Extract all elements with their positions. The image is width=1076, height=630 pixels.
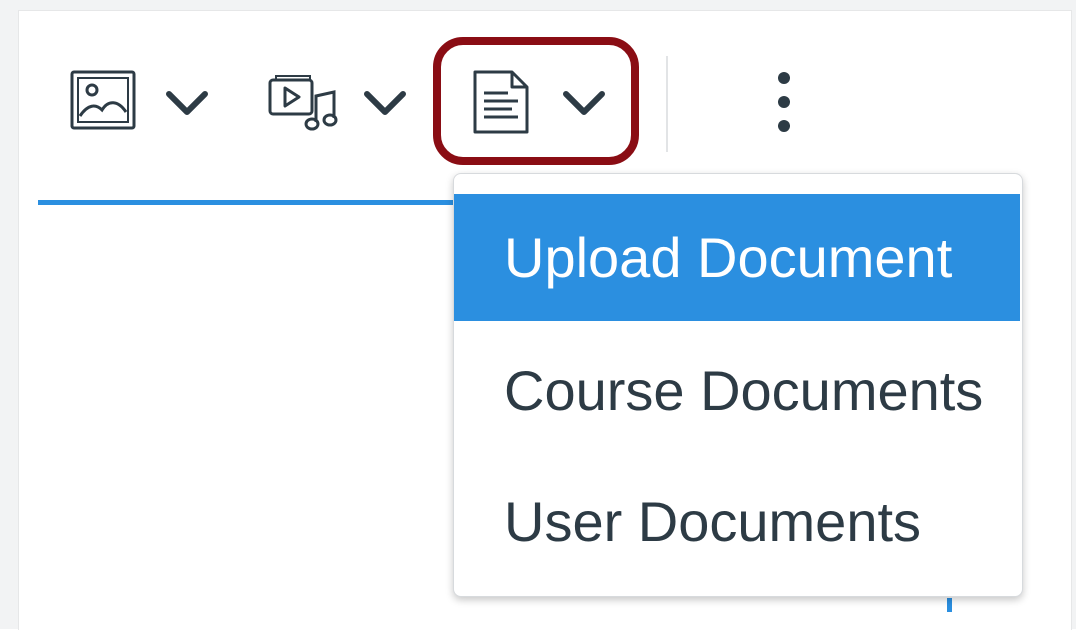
text-cursor — [947, 598, 952, 612]
menu-item-user-documents[interactable]: User Documents — [454, 458, 1020, 585]
more-options-button[interactable] — [770, 70, 798, 134]
menu-item-label: Upload Document — [504, 226, 953, 289]
chevron-down-icon[interactable] — [363, 90, 407, 121]
active-tab-underline — [38, 200, 458, 205]
more-vertical-icon — [770, 70, 798, 134]
document-button-highlight — [433, 37, 639, 165]
menu-item-label: Course Documents — [504, 359, 984, 422]
chevron-down-icon[interactable] — [165, 90, 209, 121]
document-dropdown-menu: Upload Document Course Documents User Do… — [453, 173, 1023, 597]
menu-item-upload-document[interactable]: Upload Document — [454, 194, 1020, 321]
media-dropdown-button[interactable] — [268, 74, 338, 132]
image-icon — [70, 70, 136, 130]
screenshot-frame: Upload Document Course Documents User Do… — [0, 0, 1076, 630]
image-dropdown-button[interactable] — [70, 70, 136, 130]
menu-item-course-documents[interactable]: Course Documents — [454, 327, 1020, 454]
toolbar-divider — [666, 56, 668, 152]
media-icon — [268, 74, 338, 132]
menu-item-label: User Documents — [504, 490, 922, 553]
